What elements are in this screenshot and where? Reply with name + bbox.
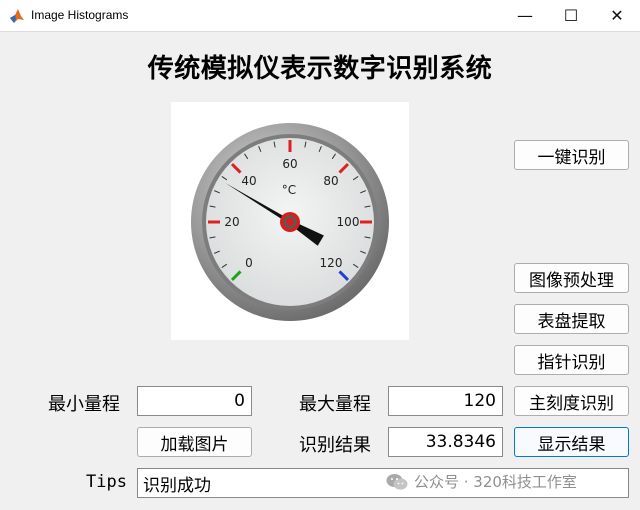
gauge-image-panel: 0 20 40 60 80 100 120 °C (171, 102, 409, 340)
gauge-hub-inner (286, 218, 294, 226)
min-range-label: 最小量程 (48, 394, 120, 415)
scale-label: 100 (337, 215, 360, 229)
max-range-label: 最大量程 (299, 394, 371, 415)
maximize-icon: ☐ (563, 6, 579, 25)
minimize-button[interactable]: — (502, 0, 548, 31)
page-title: 传统模拟仪表示数字识别系统 (147, 54, 493, 84)
dial-extract-button[interactable]: 表盘提取 (514, 304, 629, 334)
pointer-recognize-button[interactable]: 指针识别 (514, 345, 629, 375)
scale-label: 20 (224, 215, 239, 229)
tips-label: Tips (86, 472, 127, 492)
scale-label: 120 (320, 256, 343, 270)
window-title: Image Histograms (31, 8, 129, 22)
watermark-text: 公众号 · 320科技工作室 (414, 473, 577, 491)
maximize-button[interactable]: ☐ (548, 0, 594, 31)
matlab-icon (9, 8, 25, 24)
watermark: 公众号 · 320科技工作室 (386, 471, 577, 492)
scale-label: 80 (323, 174, 338, 188)
scale-label: 40 (241, 174, 256, 188)
close-icon: ✕ (610, 6, 624, 25)
unit-label: °C (282, 183, 296, 197)
one-click-recognize-button[interactable]: 一键识别 (514, 140, 629, 170)
close-button[interactable]: ✕ (594, 0, 640, 31)
load-image-button[interactable]: 加载图片 (137, 427, 252, 457)
min-range-field[interactable]: 0 (137, 386, 252, 416)
result-field[interactable]: 33.8346 (388, 427, 503, 457)
preprocess-button[interactable]: 图像预处理 (514, 263, 629, 293)
scale-label: 0 (245, 256, 253, 270)
wechat-icon (386, 473, 408, 490)
thermometer-gauge: 0 20 40 60 80 100 120 °C (191, 123, 389, 321)
result-label: 识别结果 (299, 435, 371, 456)
show-result-button[interactable]: 显示结果 (514, 427, 629, 457)
minimize-icon: — (517, 6, 533, 25)
main-scale-recognize-button[interactable]: 主刻度识别 (514, 386, 629, 416)
title-bar: Image Histograms — ☐ ✕ (0, 0, 640, 32)
scale-label: 60 (282, 157, 297, 171)
max-range-field[interactable]: 120 (388, 386, 503, 416)
